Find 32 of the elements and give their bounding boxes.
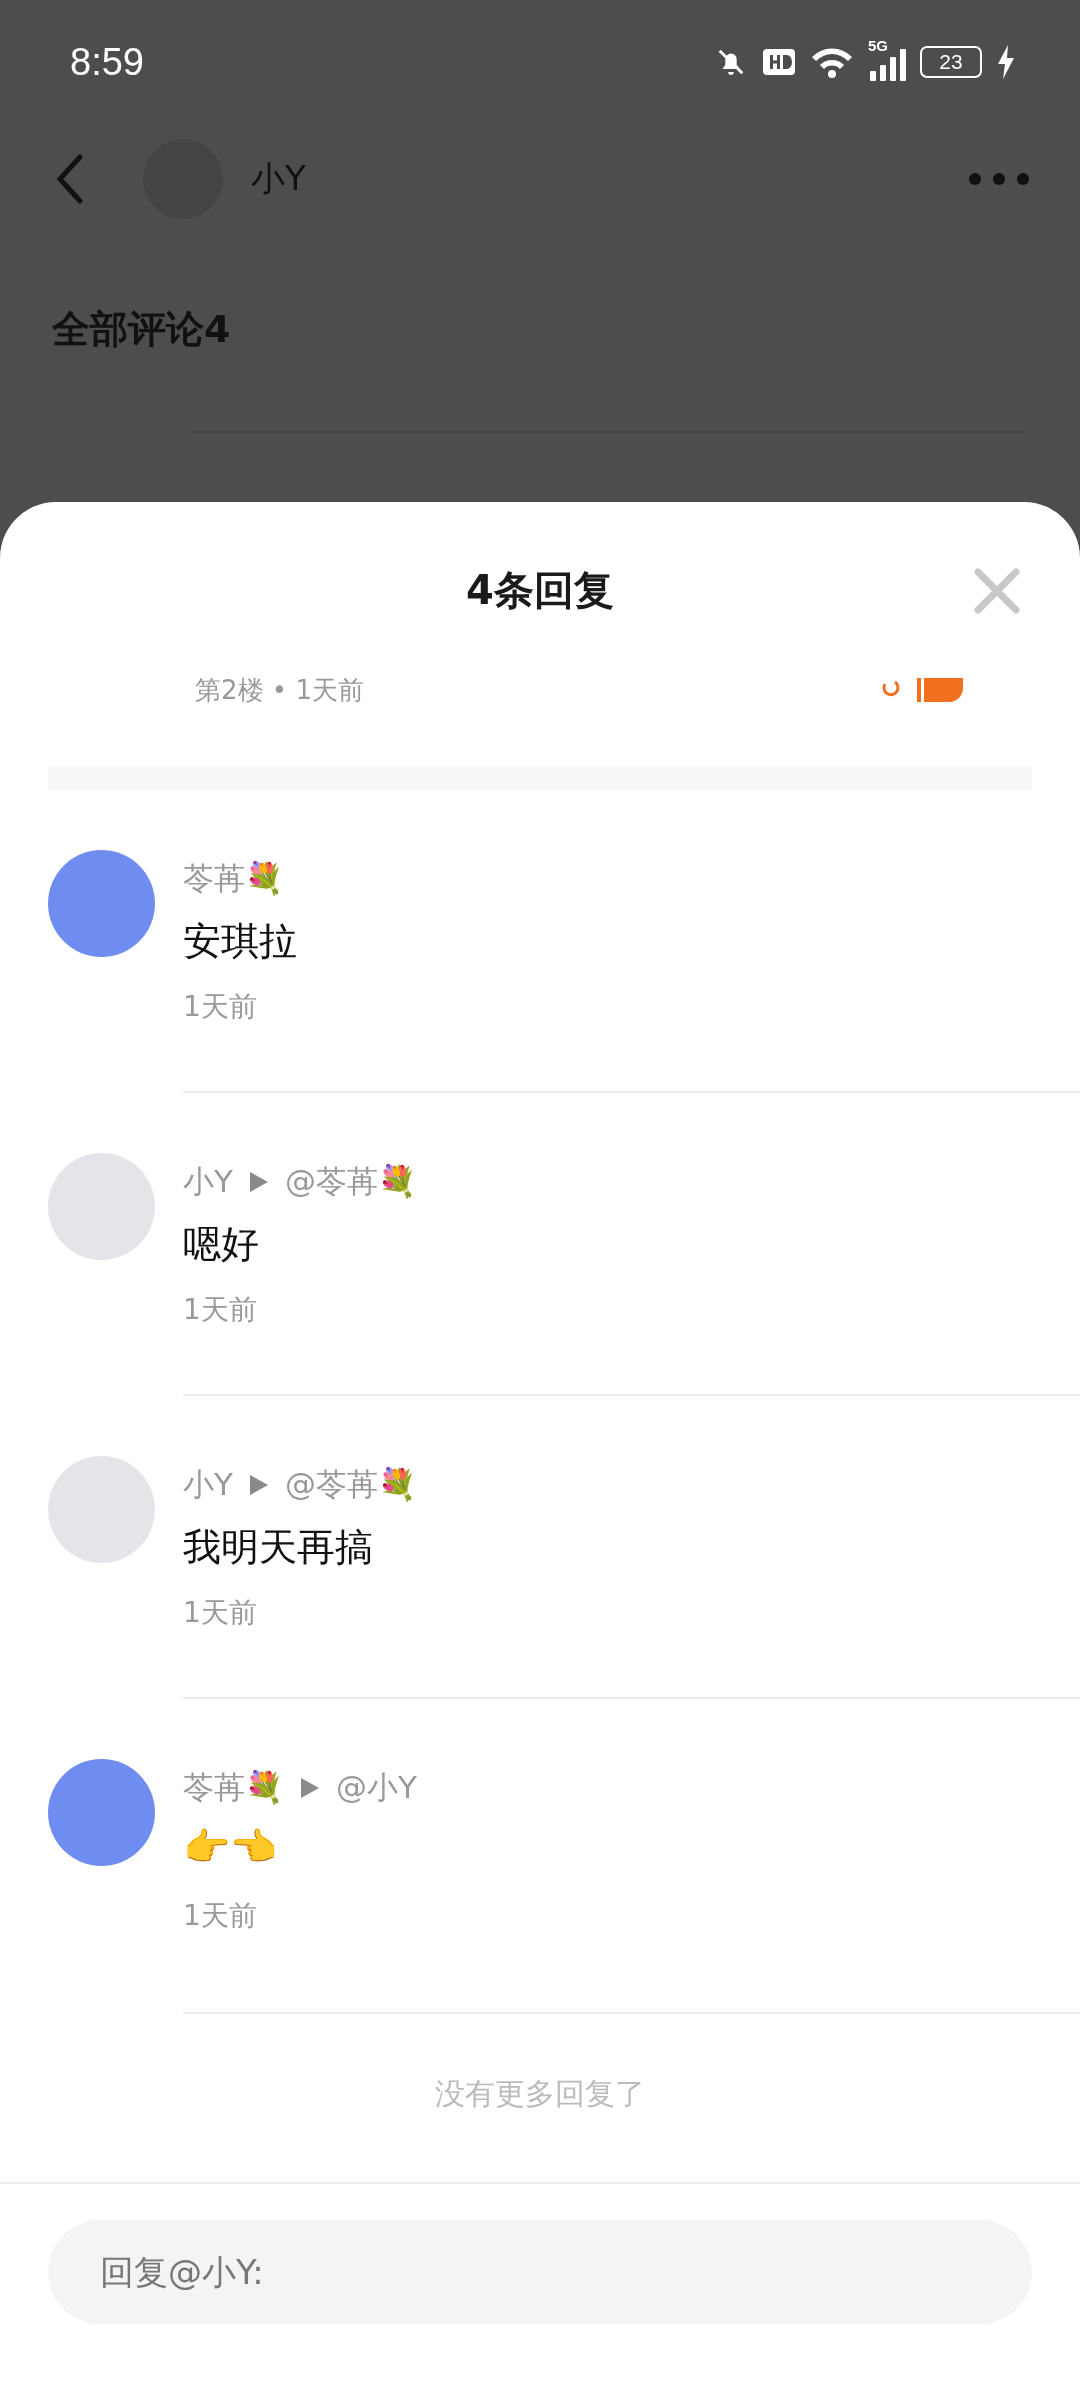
commenter-name[interactable]: 苓苒💐 [183,1767,284,1809]
reply-time: 1天前 [183,1898,258,1934]
close-icon[interactable] [974,568,1020,614]
mentioned-user[interactable]: @苓苒💐 [284,1161,417,1203]
sheet-title: 4条回复 [466,565,614,615]
mentioned-user[interactable]: @苓苒💐 [284,1464,417,1506]
reply-time: 1天前 [183,1595,258,1631]
end-note: 没有更多回复了 [434,2075,646,2113]
battery-icon: 23 [920,46,982,78]
reply-time: 1天前 [183,1292,258,1328]
reply-text: 安琪拉 [183,918,298,965]
username: 小Y [251,157,306,200]
status-time: 8:59 [70,40,144,84]
play-triangle-icon [300,1777,320,1799]
commenter-name[interactable]: 苓苒💐 [183,858,284,900]
reply-text: 嗯好 [183,1221,260,1268]
commenter-name[interactable]: 小Y [183,1161,233,1203]
more-icon[interactable] [968,172,1030,186]
floor-meta: 第2楼 • 1天前 [195,673,364,707]
play-triangle-icon [248,1171,269,1193]
mentioned-user[interactable]: @小Y [336,1767,417,1809]
badge-icon [881,676,965,704]
section-title: 全部评论4 [52,306,232,353]
play-triangle-icon [248,1474,269,1496]
reply-time: 1天前 [183,989,258,1025]
commenter-name[interactable]: 小Y [183,1464,233,1506]
reply-input-field[interactable]: 回复@小Y: [48,2220,1032,2324]
charging-icon [996,45,1016,79]
reply-text: 👉👈 [183,1825,278,1871]
back-icon[interactable] [55,153,85,205]
hd-icon [762,47,796,77]
reply-text: 我明天再搞 [183,1524,374,1571]
